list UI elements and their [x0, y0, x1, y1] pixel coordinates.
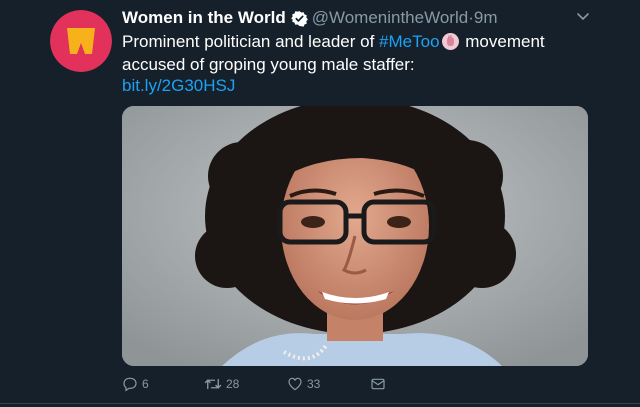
- retweet-icon: [204, 378, 222, 390]
- like-count: 33: [307, 377, 321, 391]
- heart-icon: [288, 377, 302, 391]
- direct-message-button[interactable]: [370, 372, 390, 396]
- metoo-hand-emoji-icon: [441, 33, 459, 50]
- timestamp[interactable]: 9m: [474, 8, 498, 28]
- tweet-text: Prominent politician and leader of #MeTo…: [122, 30, 592, 76]
- user-handle[interactable]: @WomenintheWorld: [312, 8, 468, 28]
- chevron-down-icon[interactable]: [576, 10, 590, 28]
- reply-button[interactable]: 6: [122, 372, 149, 396]
- tweet-text-part: Prominent politician and leader of: [122, 32, 380, 51]
- tweet-actions: 6 28 33: [0, 372, 640, 396]
- avatar[interactable]: [50, 10, 112, 72]
- portrait-photo: [122, 106, 588, 366]
- tweet-header: Women in the World @WomenintheWorld · 9m: [122, 6, 497, 30]
- reply-count: 6: [142, 377, 149, 391]
- women-in-the-world-logo-icon: [50, 10, 112, 72]
- display-name[interactable]: Women in the World: [122, 8, 286, 28]
- reply-bubble-icon: [123, 377, 137, 392]
- tweet[interactable]: Women in the World @WomenintheWorld · 9m…: [0, 0, 640, 407]
- retweet-button[interactable]: 28: [204, 372, 239, 396]
- tweet-divider: [0, 403, 640, 404]
- like-button[interactable]: 33: [287, 372, 320, 396]
- retweet-count: 28: [226, 377, 240, 391]
- envelope-icon: [371, 378, 385, 390]
- hashtag-link[interactable]: #MeToo: [379, 32, 439, 51]
- verified-badge-icon: [290, 10, 308, 27]
- tweet-photo[interactable]: [122, 106, 588, 366]
- tweet-link[interactable]: bit.ly/2G30HSJ: [122, 76, 235, 96]
